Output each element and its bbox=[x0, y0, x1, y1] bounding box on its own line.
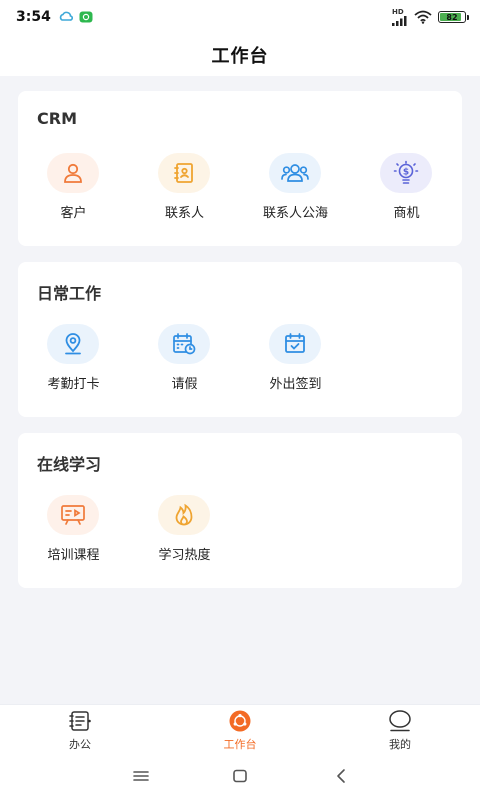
item-label: 商机 bbox=[393, 206, 420, 221]
opportunity-bulb-icon: $ bbox=[380, 153, 432, 193]
calendar-clock-icon bbox=[158, 324, 210, 364]
app-header: 工作台 bbox=[0, 34, 480, 76]
network-label: HD bbox=[392, 7, 404, 16]
workbench-icon bbox=[229, 710, 251, 732]
page-title: 工作台 bbox=[211, 46, 269, 67]
profile-icon bbox=[389, 710, 411, 732]
signal-icon bbox=[392, 15, 407, 26]
daily-item-attendance[interactable]: 考勤打卡 bbox=[18, 324, 129, 394]
course-board-icon bbox=[47, 495, 99, 535]
bottom-tab-bar: 办公 工作台 我的 bbox=[0, 704, 480, 754]
battery-indicator: 82 bbox=[438, 11, 469, 23]
crm-item-contact-pool[interactable]: 联系人公海 bbox=[240, 153, 351, 223]
app-notification-icon bbox=[79, 11, 93, 23]
contact-group-icon bbox=[269, 153, 321, 193]
crm-item-contacts[interactable]: 联系人 bbox=[129, 153, 240, 223]
office-list-icon bbox=[69, 711, 91, 731]
flame-icon bbox=[158, 495, 210, 535]
section-online-learning: 在线学习 培训课程 学习热度 bbox=[18, 433, 462, 588]
contact-card-icon bbox=[158, 153, 210, 193]
item-label: 请假 bbox=[171, 377, 198, 392]
back-icon[interactable] bbox=[329, 766, 353, 786]
section-daily-work: 日常工作 考勤打卡 请假 外出签到 bbox=[18, 262, 462, 417]
status-time: 3:54 bbox=[16, 9, 51, 25]
daily-item-outing-signin[interactable]: 外出签到 bbox=[240, 324, 351, 394]
item-label: 联系人公海 bbox=[262, 206, 328, 221]
item-label: 学习热度 bbox=[158, 548, 211, 563]
section-title: CRM bbox=[37, 109, 77, 128]
daily-item-leave[interactable]: 请假 bbox=[129, 324, 240, 394]
status-bar: 3:54 HD 82 bbox=[0, 0, 480, 34]
section-crm: CRM 客户 联系人 联系人公海 $ 商机 bbox=[18, 91, 462, 246]
battery-level: 82 bbox=[446, 12, 458, 22]
calendar-check-icon bbox=[269, 324, 321, 364]
item-label: 联系人 bbox=[164, 206, 204, 221]
learning-item-heat[interactable]: 学习热度 bbox=[129, 495, 240, 565]
tab-office[interactable]: 办公 bbox=[0, 705, 160, 755]
tab-label: 工作台 bbox=[223, 738, 257, 751]
tab-label: 办公 bbox=[69, 738, 91, 751]
cloud-sync-icon bbox=[59, 11, 73, 21]
tab-workbench[interactable]: 工作台 bbox=[160, 705, 320, 755]
item-label: 外出签到 bbox=[269, 377, 322, 392]
location-checkin-icon bbox=[47, 324, 99, 364]
svg-text:$: $ bbox=[403, 168, 409, 178]
item-label: 客户 bbox=[60, 206, 87, 221]
item-label: 考勤打卡 bbox=[47, 377, 100, 392]
system-navigation-bar bbox=[0, 754, 480, 800]
tab-mine[interactable]: 我的 bbox=[320, 705, 480, 755]
tab-label: 我的 bbox=[389, 738, 411, 751]
wifi-icon bbox=[414, 10, 432, 24]
customer-icon bbox=[47, 153, 99, 193]
crm-item-customer[interactable]: 客户 bbox=[18, 153, 129, 223]
item-label: 培训课程 bbox=[47, 548, 100, 563]
menu-icon[interactable] bbox=[129, 766, 153, 786]
learning-item-courses[interactable]: 培训课程 bbox=[18, 495, 129, 565]
crm-item-opportunity[interactable]: $ 商机 bbox=[351, 153, 462, 223]
home-icon[interactable] bbox=[228, 766, 252, 786]
section-title: 日常工作 bbox=[37, 284, 102, 303]
section-title: 在线学习 bbox=[37, 455, 102, 474]
